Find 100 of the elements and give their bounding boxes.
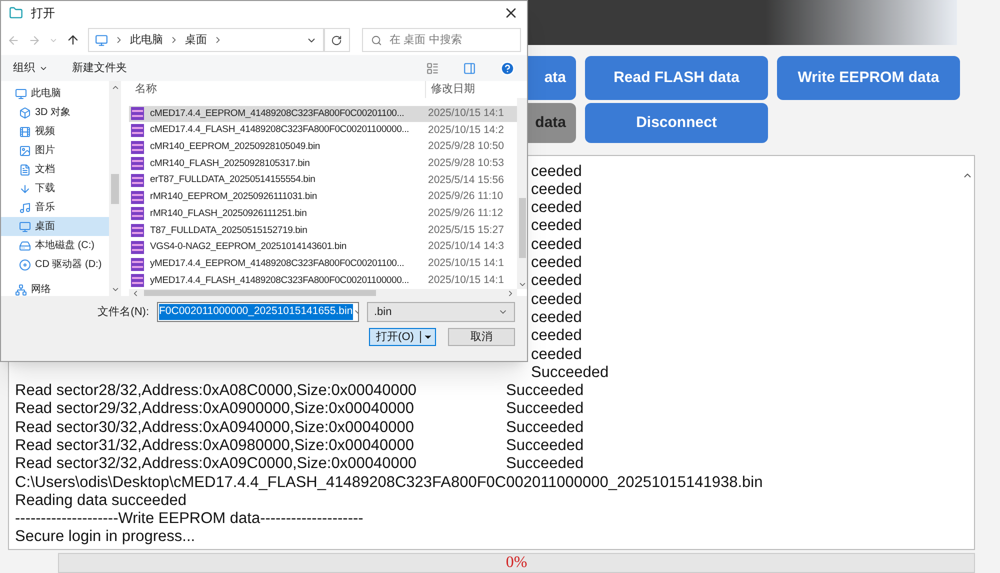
file-icon xyxy=(131,140,144,154)
nav-item[interactable]: 图片 xyxy=(1,141,109,160)
file-row[interactable]: erT87_FULLDATA_20250514155554.bin 2025/5/14 15:56 xyxy=(129,172,517,189)
nav-icon xyxy=(19,258,31,270)
file-icon xyxy=(131,157,144,170)
log-line: Secure login in progress... xyxy=(15,527,196,548)
file-icon xyxy=(131,258,144,271)
scroll-thumb[interactable] xyxy=(518,198,526,258)
nav-icon xyxy=(15,284,27,296)
nav-icon xyxy=(15,88,27,100)
log-status: ceeded xyxy=(531,290,582,310)
column-header[interactable]: 修改日期 xyxy=(425,81,517,98)
file-icon xyxy=(131,240,144,254)
search-field[interactable]: 在 桌面 中搜索 xyxy=(362,28,521,52)
log-status: Succeeded xyxy=(506,381,584,402)
file-name: rMR140_EEPROM_20250926111031.bin xyxy=(150,190,318,204)
file-icon xyxy=(131,190,144,204)
log-line: Reading data succeeded xyxy=(15,490,186,511)
file-row[interactable]: cMED17.4.4_EEPROM_41489208C323FA800F0C00201100... 2025/10/15 14:1 xyxy=(129,106,517,122)
file-row[interactable]: yMED17.4.4_FLASH_41489208C323FA800F0C00201100000... 2025/10/15 14:1 xyxy=(129,272,517,290)
nav-item[interactable]: 音乐 xyxy=(1,198,109,217)
nav-item[interactable]: 3D 对象 xyxy=(1,103,109,122)
log-line: Read sector32/32,Address:0xA09C0000,Size:0x00040000 xyxy=(15,454,418,474)
nav-item[interactable]: 网络 xyxy=(1,280,109,299)
file-icon xyxy=(131,174,144,188)
scroll-thumb[interactable] xyxy=(111,174,119,204)
scroll-right-icon[interactable] xyxy=(506,289,515,298)
file-date: 2025/5/14 15:56 xyxy=(427,172,504,188)
nav-item[interactable]: 下载 xyxy=(1,179,109,198)
nav-icon xyxy=(19,106,31,118)
file-row[interactable]: T87_FULLDATA_20250515152719.bin 2025/5/15 15:27 xyxy=(129,222,517,239)
file-row[interactable]: VGS4-0-NAG2_EEPROM_20251014143601.bin 2025/10/14 14:3 xyxy=(129,239,517,256)
file-name: cMED17.4.4_EEPROM_41489208C323FA800F0C00201100... xyxy=(150,106,404,121)
window-title: 打开 xyxy=(31,5,55,22)
action-button[interactable]: Disconnect xyxy=(585,103,768,143)
view-icon[interactable] xyxy=(426,62,439,74)
file-date: 2025/9/26 11:12 xyxy=(427,206,504,222)
nav-item[interactable]: CD 驱动器 (D:) xyxy=(1,255,109,274)
cancel-button[interactable]: 取消 xyxy=(448,328,515,346)
organize-menu[interactable]: 组织 xyxy=(13,60,48,76)
up-icon[interactable] xyxy=(66,33,80,47)
scroll-up-icon[interactable] xyxy=(110,83,120,92)
file-icon xyxy=(131,207,144,220)
nav-icon xyxy=(19,220,31,232)
file-name: yMED17.4.4_EEPROM_41489208C323FA800F0C00201100... xyxy=(150,256,404,271)
file-date: 2025/10/15 14:1 xyxy=(427,106,504,121)
search-icon xyxy=(370,34,382,46)
log-status: Succeeded xyxy=(506,418,584,438)
preview-pane-icon[interactable] xyxy=(463,62,476,74)
help-icon[interactable] xyxy=(500,60,515,76)
log-status: ceeded xyxy=(531,216,582,236)
file-date: 2025/10/15 14:1 xyxy=(427,272,504,288)
log-status: Succeeded xyxy=(506,436,584,456)
dialog-app-icon xyxy=(9,6,23,20)
log-line: --------------------Write EEPROM data-------------------- xyxy=(15,509,364,530)
log-status: Succeeded xyxy=(506,454,584,474)
file-name: yMED17.4.4_FLASH_41489208C323FA800F0C00201100000... xyxy=(150,274,409,288)
file-date: 2025/9/26 11:10 xyxy=(427,189,504,204)
column-header[interactable]: 名称 xyxy=(129,81,425,98)
open-button[interactable]: 打开(O) xyxy=(369,328,436,346)
breadcrumb[interactable]: 此电脑 xyxy=(130,32,163,48)
filename-field[interactable]: F0C002011000000_20251015141655.bin xyxy=(157,302,359,322)
file-icon xyxy=(131,274,144,288)
log-status: Succeeded xyxy=(531,362,609,383)
log-status: ceeded xyxy=(531,162,582,182)
refresh-button[interactable] xyxy=(324,28,350,52)
file-name: cMR140_FLASH_20250928105317.bin xyxy=(150,156,310,171)
file-row[interactable]: yMED17.4.4_EEPROM_41489208C323FA800F0C00201100... 2025/10/15 14:1 xyxy=(129,256,517,272)
file-row[interactable]: cMR140_FLASH_20250928105317.bin 2025/9/28 10:53 xyxy=(129,156,517,172)
file-icon xyxy=(131,224,144,238)
log-status: ceeded xyxy=(531,234,582,255)
nav-item[interactable]: 文档 xyxy=(1,160,109,179)
file-name: cMR140_EEPROM_20250928105049.bin xyxy=(150,140,320,154)
nav-scrollbar[interactable] xyxy=(109,81,121,296)
address-bar[interactable]: 此电脑 桌面 xyxy=(88,28,324,52)
action-button[interactable]: Write EEPROM data xyxy=(777,56,960,100)
nav-item[interactable]: 此电脑 xyxy=(1,84,109,103)
scroll-down-icon[interactable] xyxy=(110,285,120,294)
refresh-icon xyxy=(331,34,342,46)
list-scrollbar[interactable] xyxy=(517,98,527,290)
scroll-left-icon[interactable] xyxy=(131,289,140,298)
file-name: cMED17.4.4_FLASH_41489208C323FA800F0C00201100000... xyxy=(150,123,409,138)
nav-item[interactable]: 本地磁盘 (C:) xyxy=(1,236,109,255)
log-line: Read sector29/32,Address:0xA0900000,Size:0x00040000 xyxy=(15,399,415,420)
file-row[interactable]: rMR140_EEPROM_20250926111031.bin 2025/9/26 11:10 xyxy=(129,188,517,206)
nav-item[interactable]: 视频 xyxy=(1,122,109,141)
filetype-dropdown[interactable]: .bin xyxy=(367,302,515,322)
file-date: 2025/10/15 14:1 xyxy=(427,256,504,272)
log-status: Succeeded xyxy=(506,399,584,420)
action-button[interactable]: Read FLASH data xyxy=(585,56,768,100)
nav-icon xyxy=(19,126,31,138)
nav-item[interactable]: 桌面 xyxy=(1,217,109,236)
new-folder-button[interactable]: 新建文件夹 xyxy=(72,60,127,76)
breadcrumb[interactable]: 桌面 xyxy=(184,32,207,48)
log-status: ceeded xyxy=(531,326,582,346)
filename-label: 文件名(N): xyxy=(98,304,149,320)
file-row[interactable]: rMR140_FLASH_20250926111251.bin 2025/9/26 11:12 xyxy=(129,206,517,222)
file-icon xyxy=(131,107,144,120)
file-date: 2025/10/14 14:3 xyxy=(427,239,504,254)
log-line: Read sector31/32,Address:0xA0980000,Size:0x00040000 xyxy=(15,436,415,456)
